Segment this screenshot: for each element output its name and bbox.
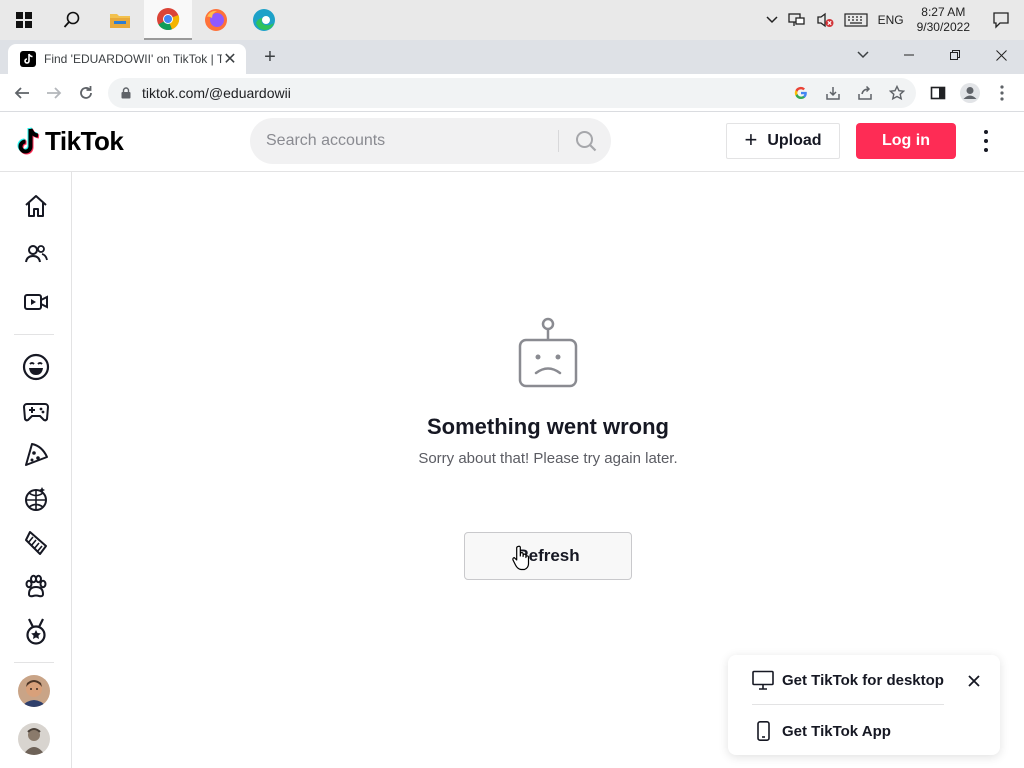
- file-explorer-icon[interactable]: [96, 0, 144, 40]
- upload-button[interactable]: + Upload: [726, 123, 840, 159]
- tiktok-note-icon: [17, 126, 40, 154]
- upload-label: Upload: [767, 132, 822, 149]
- popup-divider: [752, 704, 944, 705]
- get-desktop-label: Get TikTok for desktop: [782, 671, 944, 689]
- get-app-label: Get TikTok App: [782, 722, 891, 740]
- search-divider: [558, 130, 559, 152]
- chrome-icon[interactable]: [144, 0, 192, 40]
- clock-date: 9/30/2022: [916, 20, 970, 34]
- lock-icon[interactable]: [116, 83, 136, 103]
- get-desktop-link[interactable]: Get TikTok for desktop: [752, 668, 944, 692]
- firefox-icon[interactable]: [192, 0, 240, 40]
- address-bar[interactable]: tiktok.com/@eduardowii: [108, 78, 916, 108]
- clock[interactable]: 8:27 AM 9/30/2022: [909, 5, 980, 35]
- restore-icon[interactable]: [932, 40, 978, 70]
- google-icon[interactable]: [791, 83, 811, 103]
- site-header: TikTok + Upload Log in: [0, 112, 1024, 172]
- notifications-icon[interactable]: [980, 0, 1024, 40]
- close-popup-icon[interactable]: [964, 671, 984, 691]
- login-button[interactable]: Log in: [856, 123, 956, 159]
- system-tray: ENG 8:27 AM 9/30/2022: [761, 0, 1024, 40]
- home-icon[interactable]: [16, 186, 56, 226]
- search-bar: [250, 118, 611, 164]
- language-indicator[interactable]: ENG: [873, 0, 909, 40]
- error-title: Something went wrong: [427, 414, 669, 439]
- network-icon[interactable]: [783, 0, 811, 40]
- side-panel-icon[interactable]: [926, 81, 950, 105]
- profile-icon[interactable]: [958, 81, 982, 105]
- volume-muted-icon[interactable]: [811, 0, 839, 40]
- reload-icon[interactable]: [74, 81, 98, 105]
- bookmark-star-icon[interactable]: [887, 83, 907, 103]
- sidebar: [0, 172, 72, 768]
- url-text: tiktok.com/@eduardowii: [142, 85, 291, 101]
- beauty-icon[interactable]: [16, 523, 56, 563]
- search-input[interactable]: [266, 118, 556, 164]
- sports-icon[interactable]: [16, 611, 56, 651]
- windows-taskbar: ENG 8:27 AM 9/30/2022: [0, 0, 1024, 40]
- following-icon[interactable]: [16, 234, 56, 274]
- logo-text: TikTok: [45, 126, 124, 156]
- search-submit-icon[interactable]: [564, 118, 608, 164]
- back-icon[interactable]: [10, 81, 34, 105]
- sad-robot-icon: [516, 316, 580, 390]
- tab-title: Find 'EDUARDOWII' on TikTok | T: [44, 52, 222, 66]
- chevron-up-icon[interactable]: [761, 0, 783, 40]
- install-app-icon[interactable]: [823, 83, 843, 103]
- browser-tab[interactable]: Find 'EDUARDOWII' on TikTok | T ✕: [8, 44, 246, 74]
- comedy-icon[interactable]: [16, 347, 56, 387]
- keyboard-icon[interactable]: [839, 0, 873, 40]
- get-app-popup: Get TikTok for desktop Get TikTok App: [728, 655, 1000, 755]
- hand-cursor-icon: [512, 545, 530, 571]
- start-icon[interactable]: [0, 0, 48, 40]
- minimize-icon[interactable]: [886, 40, 932, 70]
- new-tab-button[interactable]: +: [258, 40, 282, 74]
- sidebar-divider: [14, 334, 54, 335]
- plus-icon: +: [744, 127, 758, 152]
- sidebar-divider: [14, 662, 54, 663]
- share-icon[interactable]: [855, 83, 875, 103]
- edge-icon[interactable]: [240, 0, 288, 40]
- avatar[interactable]: [18, 723, 50, 755]
- more-options-icon[interactable]: [976, 130, 996, 152]
- tiktok-favicon: [20, 51, 36, 67]
- avatar[interactable]: [18, 675, 50, 707]
- gaming-icon[interactable]: [16, 391, 56, 431]
- clock-time: 8:27 AM: [921, 5, 966, 19]
- browser-toolbar: tiktok.com/@eduardowii: [0, 74, 1024, 112]
- close-window-icon[interactable]: [978, 40, 1024, 70]
- get-app-link[interactable]: Get TikTok App: [752, 719, 891, 743]
- browser-menu-icon[interactable]: [990, 81, 1014, 105]
- monitor-icon: [752, 670, 774, 690]
- animals-icon[interactable]: [16, 567, 56, 607]
- tab-close-icon[interactable]: ✕: [222, 49, 238, 69]
- food-icon[interactable]: [16, 435, 56, 475]
- search-icon[interactable]: [48, 0, 96, 40]
- live-icon[interactable]: [16, 282, 56, 322]
- refresh-button[interactable]: Refresh: [464, 532, 632, 580]
- error-subtitle: Sorry about that! Please try again later…: [418, 450, 678, 467]
- tiktok-logo[interactable]: TikTok: [16, 126, 124, 157]
- forward-icon[interactable]: [42, 81, 66, 105]
- dance-icon[interactable]: [16, 479, 56, 519]
- phone-icon: [757, 721, 770, 741]
- tab-search-icon[interactable]: [840, 40, 886, 70]
